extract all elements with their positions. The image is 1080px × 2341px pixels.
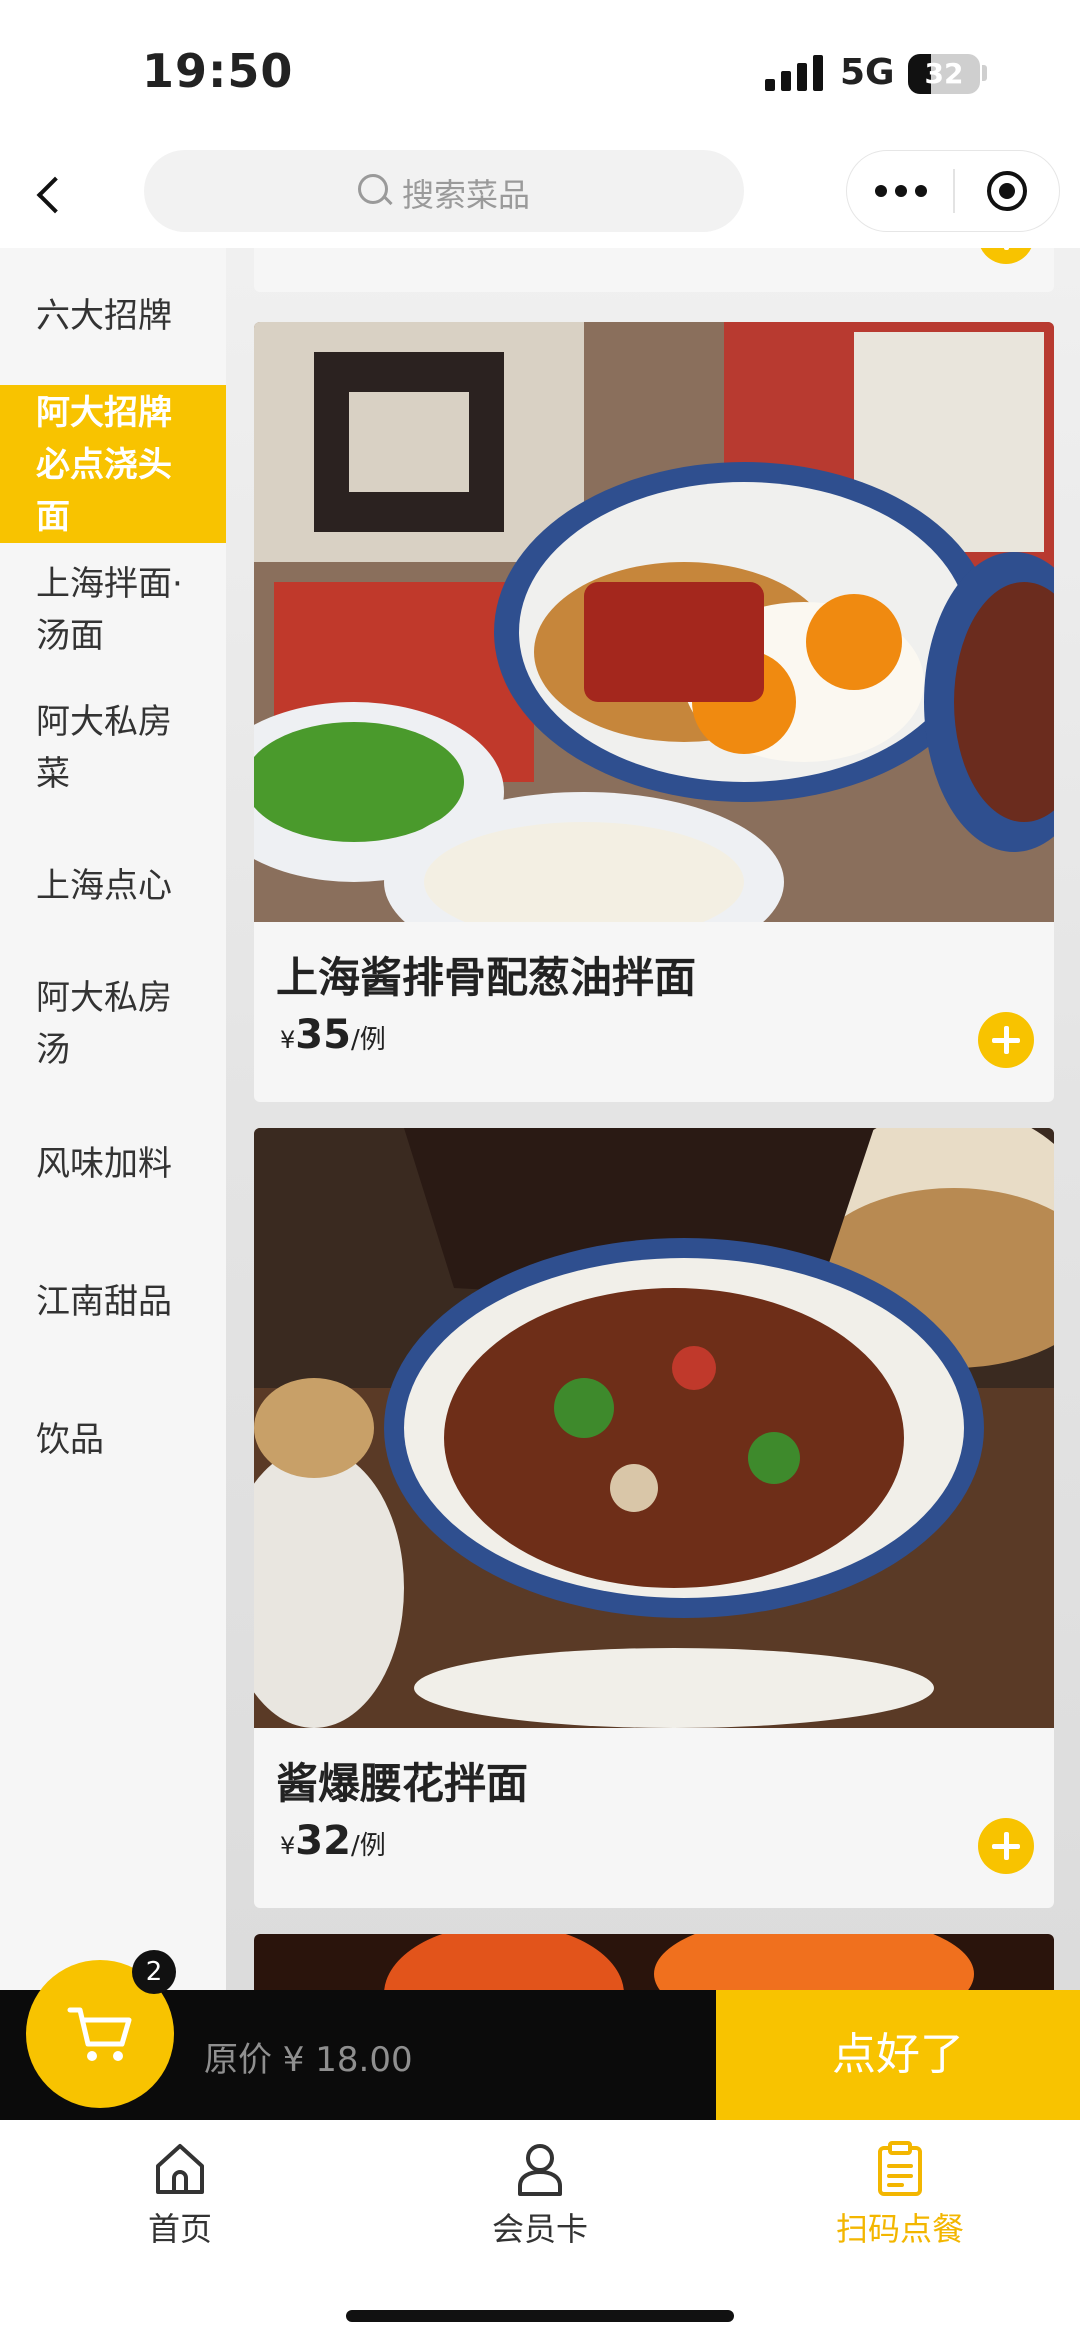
product-card[interactable]: 酱爆腰花拌面 ¥32/例 bbox=[254, 1128, 1054, 1908]
checkout-button[interactable]: 点好了 bbox=[716, 1990, 1080, 2120]
battery-icon: 32 bbox=[908, 54, 980, 94]
battery-tip bbox=[982, 65, 987, 81]
tab-home[interactable]: 首页 bbox=[80, 2140, 280, 2250]
search-input[interactable]: 搜索菜品 bbox=[144, 150, 744, 232]
product-price: ¥32/例 bbox=[280, 1818, 386, 1864]
currency-symbol: ¥ bbox=[280, 1832, 296, 1860]
cart-icon bbox=[67, 2007, 132, 2061]
currency-symbol: ¥ bbox=[280, 1026, 296, 1054]
price-value: 35 bbox=[295, 1012, 351, 1058]
tab-label: 首页 bbox=[147, 2210, 212, 2248]
back-icon[interactable] bbox=[28, 170, 68, 220]
add-to-cart-button[interactable] bbox=[978, 1818, 1034, 1874]
more-icon[interactable] bbox=[875, 181, 931, 201]
price-unit: /例 bbox=[350, 1025, 386, 1055]
cart-count-badge: 2 bbox=[132, 1950, 176, 1994]
sidebar-item-shanghai-dimsum[interactable]: 上海点心 bbox=[0, 860, 226, 912]
home-icon bbox=[156, 2144, 204, 2194]
sidebar-item-private-dishes[interactable]: 阿大私房菜 bbox=[0, 696, 226, 800]
product-name: 上海酱排骨配葱油拌面 bbox=[276, 953, 697, 1002]
status-bar: 19:50 5G 32 bbox=[0, 0, 1080, 150]
product-price: ¥35/例 bbox=[280, 1012, 386, 1058]
sidebar-item-shanghai-noodles[interactable]: 上海拌面·汤面 bbox=[0, 558, 226, 662]
tab-scan-order[interactable]: 扫码点餐 bbox=[800, 2140, 1000, 2250]
dish-image bbox=[254, 1128, 1054, 1728]
network-type: 5G bbox=[840, 52, 895, 93]
price-unit: /例 bbox=[350, 1831, 386, 1861]
close-miniprogram-icon[interactable] bbox=[987, 171, 1027, 211]
signal-icon bbox=[765, 55, 827, 91]
sidebar-item-extras[interactable]: 风味加料 bbox=[0, 1138, 226, 1190]
tab-label: 会员卡 bbox=[491, 2210, 588, 2248]
product-name: 酱爆腰花拌面 bbox=[276, 1759, 529, 1808]
scan-order-icon bbox=[878, 2141, 922, 2196]
sidebar-item-six-signatures[interactable]: 六大招牌 bbox=[0, 290, 226, 342]
add-to-cart-button[interactable] bbox=[978, 1012, 1034, 1068]
capsule-divider bbox=[953, 169, 955, 213]
dish-image bbox=[254, 322, 1054, 922]
price-value: 32 bbox=[295, 1818, 351, 1864]
tab-member-card[interactable]: 会员卡 bbox=[440, 2140, 640, 2250]
search-placeholder: 搜索菜品 bbox=[402, 176, 531, 214]
home-indicator bbox=[346, 2310, 734, 2322]
category-sidebar: 六大招牌 阿大招牌必点浇头面 上海拌面·汤面 阿大私房菜 上海点心 阿大私房汤 … bbox=[0, 248, 226, 1990]
dish-image bbox=[254, 1934, 1054, 1990]
sidebar-item-signature-noodles[interactable]: 阿大招牌必点浇头面 bbox=[0, 385, 226, 543]
miniprogram-capsule bbox=[846, 150, 1060, 232]
header-bar: 搜索菜品 bbox=[0, 140, 1080, 248]
tab-label: 扫码点餐 bbox=[835, 2210, 964, 2248]
tab-bar: 首页 会员卡 扫码点餐 bbox=[0, 2120, 1080, 2341]
product-list: 上海酱排骨配葱油拌面 ¥35/例 酱爆腰花拌面 ¥32/例 bbox=[226, 248, 1080, 1990]
battery-level: 32 bbox=[924, 57, 964, 90]
add-to-cart-button[interactable] bbox=[978, 248, 1034, 264]
original-price: 原价 ¥ 18.00 bbox=[204, 2040, 413, 2080]
sidebar-item-private-soup[interactable]: 阿大私房汤 bbox=[0, 972, 226, 1076]
product-card[interactable]: 上海酱排骨配葱油拌面 ¥35/例 bbox=[254, 322, 1054, 1102]
member-card-icon bbox=[518, 2144, 562, 2196]
sidebar-item-desserts[interactable]: 江南甜品 bbox=[0, 1276, 226, 1328]
sidebar-item-drinks[interactable]: 饮品 bbox=[0, 1414, 226, 1466]
search-icon bbox=[358, 174, 388, 204]
status-time: 19:50 bbox=[142, 44, 294, 98]
product-card-partial bbox=[254, 248, 1054, 292]
product-card[interactable] bbox=[254, 1934, 1054, 1990]
